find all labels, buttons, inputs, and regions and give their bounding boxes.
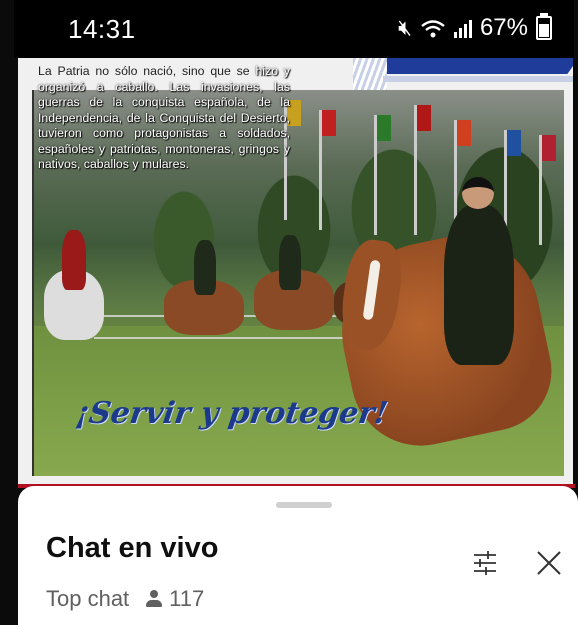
filter-settings-button[interactable]	[470, 548, 500, 578]
chat-title: Chat en vivo	[46, 532, 219, 564]
decorative-ribbon	[353, 58, 573, 90]
live-chat-panel: Chat en vivo Top chat 117	[18, 486, 578, 625]
status-bar: 14:31 🔇︎ 67%	[14, 0, 574, 58]
battery-percent: 67%	[479, 14, 528, 41]
chat-mode-label[interactable]: Top chat	[46, 586, 129, 612]
status-icons: 🔇︎ 67%	[398, 13, 552, 42]
sliders-icon	[474, 551, 496, 575]
viewer-icon	[145, 590, 163, 608]
slogan-text: ¡Servir y proteger!	[73, 396, 390, 431]
close-icon	[537, 551, 561, 575]
chat-subtitle[interactable]: Top chat 117	[46, 586, 204, 612]
phone-screen: 14:31 🔇︎ 67% La Patria no sólo nació, si…	[0, 0, 578, 625]
quote-body: hizo y organizó a caballo. Las invasione…	[38, 64, 290, 171]
status-time: 14:31	[68, 14, 136, 44]
post-image: La Patria no sólo nació, sino que se hiz…	[18, 58, 573, 488]
drag-handle[interactable]	[276, 502, 332, 508]
mute-icon: 🔇︎	[398, 15, 412, 40]
close-chat-button[interactable]	[534, 548, 564, 578]
wifi-icon	[420, 18, 446, 38]
signal-icon	[453, 18, 472, 38]
quote-first-line: La Patria no sólo nació, sino que se	[38, 64, 250, 78]
post-quote: La Patria no sólo nació, sino que se hiz…	[38, 64, 290, 173]
viewer-count: 117	[169, 586, 205, 611]
battery-icon	[536, 13, 552, 40]
